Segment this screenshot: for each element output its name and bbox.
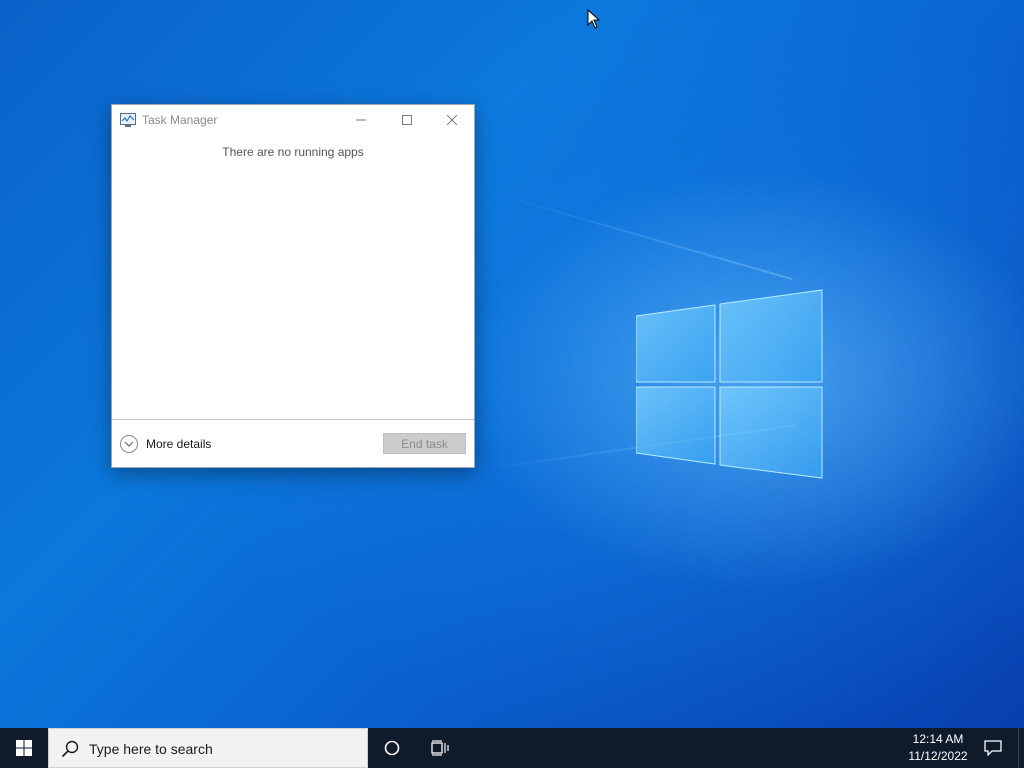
- search-icon: [61, 740, 79, 758]
- window-title: Task Manager: [142, 113, 218, 127]
- minimize-button[interactable]: [338, 105, 384, 135]
- title-bar[interactable]: Task Manager: [112, 105, 474, 135]
- clock-date: 11/12/2022: [908, 749, 968, 763]
- maximize-icon: [402, 115, 412, 125]
- taskbar: Type here to search 12:14 AM 11/12/2022: [0, 728, 1024, 768]
- search-placeholder: Type here to search: [89, 741, 213, 757]
- chevron-down-icon: [120, 435, 138, 453]
- task-manager-window[interactable]: Task Manager There are no running apps M…: [111, 104, 475, 468]
- more-details-button[interactable]: More details: [120, 433, 211, 455]
- show-desktop-button[interactable]: [1018, 728, 1024, 768]
- empty-apps-message: There are no running apps: [222, 145, 364, 159]
- system-clock[interactable]: 12:14 AM 11/12/2022: [898, 731, 978, 765]
- desktop-background[interactable]: Task Manager There are no running apps M…: [0, 0, 1024, 728]
- action-center-button[interactable]: [978, 728, 1008, 768]
- cortana-button[interactable]: [368, 728, 416, 768]
- task-manager-icon: [120, 113, 136, 127]
- divider: [112, 419, 474, 420]
- task-view-button[interactable]: [416, 728, 464, 768]
- minimize-icon: [356, 119, 366, 121]
- cortana-circle-icon: [384, 740, 400, 756]
- mouse-cursor-icon: [587, 9, 601, 29]
- close-button[interactable]: [429, 105, 475, 135]
- windows-logo-icon: [16, 740, 32, 756]
- clock-time: 12:14 AM: [912, 732, 964, 746]
- start-button[interactable]: [0, 728, 48, 768]
- windows-logo-wallpaper: [636, 289, 823, 479]
- action-center-icon: [984, 740, 1002, 756]
- light-beam: [484, 190, 793, 281]
- close-icon: [447, 115, 457, 125]
- maximize-button[interactable]: [384, 105, 430, 135]
- task-view-icon: [431, 740, 449, 756]
- more-details-label: More details: [146, 437, 212, 451]
- end-task-button[interactable]: End task: [383, 433, 466, 454]
- search-input[interactable]: Type here to search: [48, 728, 368, 768]
